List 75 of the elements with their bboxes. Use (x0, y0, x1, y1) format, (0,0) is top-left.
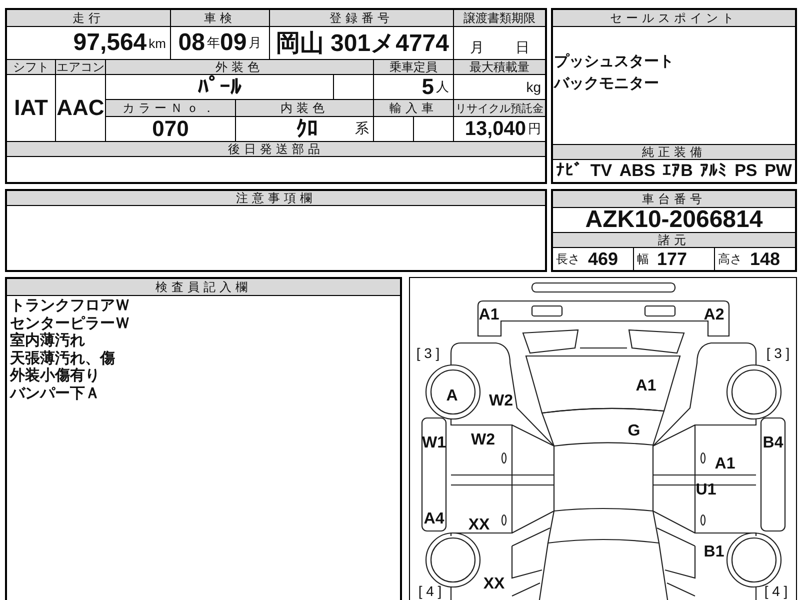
date-unit: 日 (515, 39, 530, 57)
field-label: 諸元 (553, 233, 795, 247)
field-label: 純正装備 (553, 145, 795, 159)
damage-code: A (446, 388, 458, 404)
field-label: 注意事項欄 (7, 191, 545, 205)
equipment-item: ｱﾙﾐ (700, 161, 728, 181)
damage-code: A1 (714, 456, 736, 472)
damage-code: B4 (762, 434, 784, 452)
inspector-note: バンパー下Ａ (10, 384, 100, 402)
damage-code: G (628, 422, 640, 440)
field-label: リサイクル預託金 (454, 100, 545, 116)
equipment-item: PS (734, 161, 758, 181)
field-label: 検査員記入欄 (7, 279, 400, 295)
field-label: 内装色 (236, 100, 373, 116)
damage-code: XX (483, 576, 505, 592)
field-label: エアコン (56, 60, 105, 74)
field-label: 後日発送部品 (7, 142, 545, 156)
equipment-item: PW (764, 161, 792, 181)
field-value: 070 (106, 117, 235, 141)
tread-depth: [ 4 ] (418, 583, 442, 599)
damage-code: A4 (424, 510, 444, 528)
field-value: 5人 (374, 75, 453, 99)
dimension-label: 高さ (718, 250, 742, 268)
damage-code: U1 (696, 482, 716, 498)
damage-code: W2 (489, 392, 513, 410)
inspector-note: トランクフロアＷ (10, 297, 130, 314)
field-value: IAT (7, 75, 55, 141)
sales-point: プッシュスタート (554, 52, 674, 72)
field-label: 車台番号 (553, 191, 795, 207)
damage-code: A1 (636, 378, 656, 394)
equipment-item: ﾅﾋﾞ (556, 161, 583, 181)
field-label: 乗車定員 (374, 60, 453, 74)
field-label: 登録番号 (270, 10, 453, 26)
equipment-item: TV (590, 161, 612, 181)
field-label: 輸入車 (374, 100, 453, 116)
field-value: 97,564 km (7, 27, 170, 59)
inspector-note: 天張薄汚れ、傷 (10, 350, 115, 367)
dimension-value: 469 (588, 248, 618, 270)
dimension-label: 幅 (637, 250, 649, 268)
inspector-note: 外装小傷有り (10, 367, 100, 384)
damage-code: A2 (704, 306, 724, 324)
damage-code: XX (468, 516, 490, 534)
damage-code: A1 (478, 306, 500, 324)
dimension-value: 177 (657, 248, 688, 270)
unit-label: kg (454, 75, 545, 99)
inspector-note: センターピラーＷ (10, 314, 130, 332)
field-value: ｸﾛ (296, 117, 318, 141)
field-label: セールスポイント (553, 10, 795, 26)
damage-code: B1 (704, 544, 724, 560)
field-label: シフト (7, 60, 55, 74)
equipment-item: ｴｱB (662, 161, 693, 181)
field-value: ﾊﾟｰﾙ (106, 75, 333, 99)
field-label: 走行 (7, 10, 170, 26)
suffix-label: 系 (355, 120, 369, 138)
dimension-label: 長さ (556, 250, 580, 268)
tread-depth: [ 4 ] (764, 583, 788, 599)
equipment-item: ABS (619, 161, 656, 181)
sales-point: バックモニター (554, 74, 659, 94)
field-label: 外装色 (106, 60, 373, 74)
dimension-value: 148 (750, 248, 780, 270)
field-value: 岡山 301メ4774 (270, 27, 453, 59)
chassis-number: AZK10-2066814 (553, 208, 795, 232)
table-cell (414, 117, 453, 141)
field-label: カラーＮｏ． (106, 100, 235, 116)
inspector-note: 室内薄汚れ (10, 332, 85, 350)
field-label: 車検 (171, 10, 269, 26)
table-cell (334, 75, 373, 99)
tread-depth: [ 3 ] (416, 345, 440, 361)
field-value: AAC (56, 75, 105, 141)
field-value: 13,040 円 (454, 117, 545, 141)
field-label: 譲渡書類期限 (454, 10, 545, 26)
field-label: 最大積載量 (454, 60, 545, 74)
damage-code: W2 (471, 432, 495, 448)
tread-depth: [ 3 ] (766, 345, 790, 361)
date-unit: 月 (470, 39, 484, 57)
